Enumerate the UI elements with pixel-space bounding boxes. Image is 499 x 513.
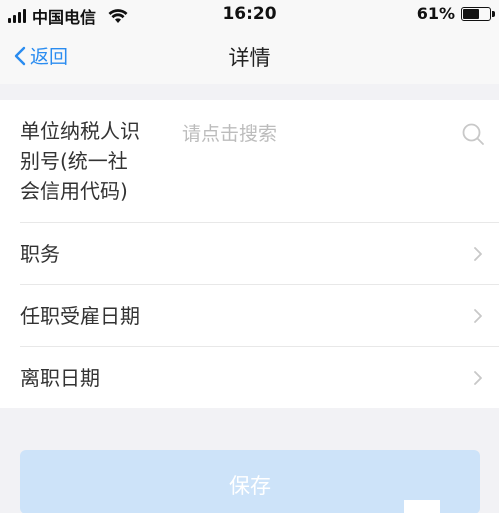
tax-id-label-line1: 单位纳税人识 — [20, 119, 140, 143]
position-label: 职务 — [20, 242, 60, 266]
status-right: 61% — [416, 4, 495, 23]
nav-bar: 返回 详情 — [0, 30, 499, 84]
status-bar: 中国电信 16:20 61% — [0, 0, 499, 30]
search-icon[interactable] — [461, 122, 485, 146]
tax-id-label-line3: 会信用代码) — [20, 179, 128, 203]
tax-id-label: 单位纳税人识 别号(统一社 会信用代码) — [20, 116, 140, 206]
battery-tip — [492, 10, 495, 17]
employment-date-label: 任职受雇日期 — [20, 304, 140, 328]
overlay-square — [404, 500, 440, 513]
tax-id-label-line2: 别号(统一社 — [20, 149, 128, 173]
battery-icon — [461, 6, 495, 21]
chevron-right-icon — [474, 371, 482, 385]
departure-date-row[interactable]: 离职日期 — [0, 347, 499, 408]
battery-fill — [463, 8, 479, 19]
employment-date-row[interactable]: 任职受雇日期 — [0, 285, 499, 346]
chevron-right-icon — [474, 309, 482, 323]
battery-percent: 61% — [416, 4, 455, 23]
chevron-right-icon — [474, 247, 482, 261]
tax-id-search-placeholder[interactable]: 请点击搜索 — [182, 119, 277, 146]
position-row[interactable]: 职务 — [0, 223, 499, 284]
tax-id-row[interactable]: 单位纳税人识 别号(统一社 会信用代码) 请点击搜索 — [0, 100, 499, 222]
departure-date-label: 离职日期 — [20, 366, 100, 390]
form-card: 单位纳税人识 别号(统一社 会信用代码) 请点击搜索 职务 任职受雇日期 离职日… — [0, 100, 499, 408]
page-title: 详情 — [228, 46, 271, 70]
